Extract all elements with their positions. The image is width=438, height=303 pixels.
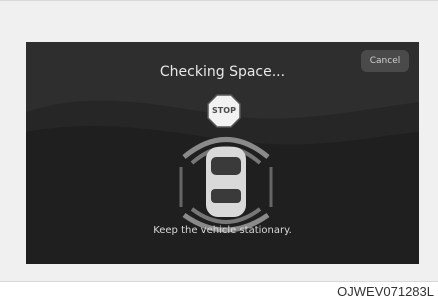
cancel-button[interactable]: Cancel <box>361 50 409 72</box>
parking-assist-screen: Checking Space... Cancel STOP Keep the v… <box>26 42 419 264</box>
stop-sign-text: STOP <box>212 106 236 115</box>
vehicle-sensor-graphic <box>179 137 273 233</box>
instruction-text: Keep the vehicle stationary. <box>153 225 292 236</box>
stop-sign-icon: STOP <box>206 93 242 129</box>
figure-code: OJWEV071283L <box>337 284 434 299</box>
